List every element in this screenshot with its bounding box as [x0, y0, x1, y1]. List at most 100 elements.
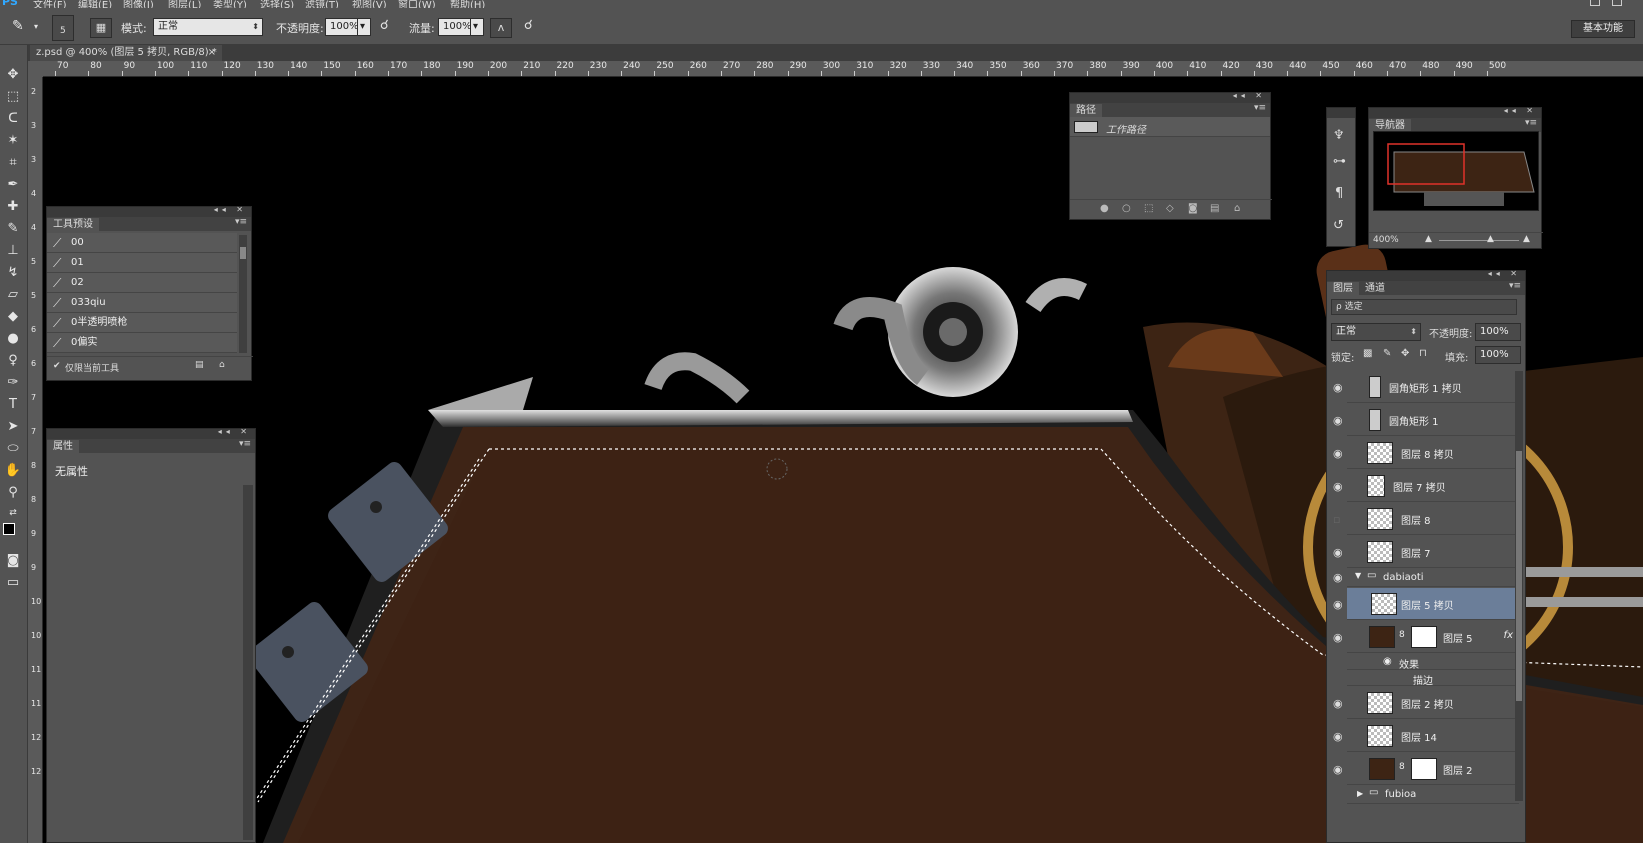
add-mask-icon[interactable]: ◙ [1188, 203, 1198, 214]
path-selection-tool-icon[interactable]: ➤ [2, 417, 24, 437]
layer-row[interactable]: ◉ 图层 7 拷贝 [1333, 470, 1519, 502]
new-path-icon[interactable]: ▤ [1210, 203, 1219, 214]
brush-presets-icon[interactable]: ♆ [1333, 128, 1345, 143]
new-preset-icon[interactable]: ▤ [195, 360, 204, 370]
airbrush-icon[interactable]: ᴧ [490, 18, 512, 38]
menu-filter[interactable]: 滤镜(T) [305, 0, 339, 8]
workspace-switcher[interactable]: 基本功能 [1571, 20, 1635, 38]
preset-item[interactable]: ⟋ 0半透明喷枪 [47, 313, 237, 333]
foreground-color-swatch[interactable] [3, 523, 15, 535]
collapse-close-icon[interactable]: ◂◂ ✕ [1504, 106, 1537, 115]
panel-header[interactable]: ◂◂ ✕ [1369, 106, 1541, 118]
preset-item[interactable]: ⟋ 033qiu [47, 293, 237, 313]
layer-row[interactable]: ◉ 8 图层 5 fx [1333, 621, 1519, 653]
menu-window[interactable]: 窗口(W) [398, 0, 436, 8]
make-work-path-icon[interactable]: ◇ [1166, 203, 1174, 214]
tab-layers[interactable]: 图层 [1327, 282, 1359, 295]
eye-icon[interactable]: ◉ [1333, 631, 1343, 644]
menu-layer[interactable]: 图层(L) [168, 0, 201, 8]
tab-paths[interactable]: 路径 [1070, 104, 1102, 117]
zoom-in-icon[interactable]: ▲ [1523, 234, 1530, 244]
path-item[interactable]: 工作路径 [1070, 117, 1270, 137]
layer-row[interactable]: ◉ 圆角矩形 1 拷贝 [1333, 371, 1519, 403]
panel-header[interactable]: ◂◂ ✕ [1327, 269, 1525, 281]
screen-mode-icon[interactable]: ▭ [2, 573, 24, 593]
zoom-out-icon[interactable]: ▲ [1425, 234, 1432, 244]
maximize-button[interactable] [1612, 0, 1622, 6]
layers-scrollbar[interactable] [1515, 371, 1523, 801]
lock-transparency-icon[interactable]: ▩ [1363, 348, 1372, 359]
layer-filter-input[interactable]: ρ 选定 [1331, 299, 1517, 315]
tab-properties[interactable]: 属性 [47, 440, 79, 453]
dodge-tool-icon[interactable]: ♀ [2, 351, 24, 371]
pressure-size-icon[interactable]: ☌ [524, 18, 533, 33]
clone-stamp-tool-icon[interactable]: ⊥ [2, 241, 24, 261]
brush-settings-icon[interactable]: ⊶ [1333, 154, 1346, 169]
menu-help[interactable]: 帮助(H) [450, 0, 485, 8]
brush-size-picker[interactable]: 5 [52, 15, 74, 41]
layer-group-row[interactable]: ▶ ▭ fubioa [1347, 786, 1519, 804]
vertical-ruler[interactable]: 2 3 3 4 4 5 5 6 6 7 7 8 8 9 9 10 10 11 11 12 12 [28, 77, 43, 843]
menu-edit[interactable]: 编辑(E) [78, 0, 112, 8]
lock-position-icon[interactable]: ✥ [1401, 348, 1409, 359]
eye-icon[interactable]: ◉ [1333, 598, 1343, 611]
ruler-origin[interactable] [28, 61, 43, 77]
layer-mask-thumbnail[interactable] [1411, 626, 1437, 648]
eye-icon[interactable]: ◉ [1383, 656, 1392, 667]
eraser-tool-icon[interactable]: ▱ [2, 285, 24, 305]
panel-menu-icon[interactable]: ▾≡ [1254, 103, 1266, 113]
fill-path-icon[interactable]: ● [1100, 203, 1109, 214]
brush-panel-toggle-icon[interactable]: ▦ [90, 18, 112, 38]
flow-dropdown-button[interactable]: ▾ [470, 18, 484, 36]
panel-menu-icon[interactable]: ▾≡ [1509, 281, 1521, 291]
menu-image[interactable]: 图像(I) [123, 0, 154, 8]
load-selection-icon[interactable]: ⬚ [1144, 203, 1153, 214]
menu-view[interactable]: 视图(V) [352, 0, 387, 8]
stroke-path-icon[interactable]: ○ [1122, 203, 1131, 214]
panel-header[interactable] [1327, 108, 1355, 118]
brush-tool-icon[interactable]: ✎ [2, 219, 24, 239]
layer-row[interactable]: ◉ 图层 2 拷贝 [1333, 687, 1519, 719]
crop-tool-icon[interactable]: ⌗ [2, 153, 24, 173]
paragraph-icon[interactable]: ¶ [1335, 186, 1343, 201]
paint-bucket-tool-icon[interactable]: ◆ [2, 307, 24, 327]
menu-select[interactable]: 选择(S) [260, 0, 294, 8]
eye-icon[interactable]: ◉ [1333, 447, 1343, 460]
mode-select[interactable]: 正常 ⬍ [153, 18, 263, 36]
visibility-off-icon[interactable]: ▫ [1333, 513, 1340, 526]
preset-scrollbar[interactable] [239, 235, 247, 353]
preset-item[interactable]: ⟋ 00 [47, 233, 237, 253]
menu-type[interactable]: 类型(Y) [213, 0, 247, 8]
panel-header[interactable]: ◂◂ ✕ [1070, 91, 1270, 103]
layer-row[interactable]: ◉ 图层 14 [1333, 720, 1519, 752]
collapse-close-icon[interactable]: ◂◂ ✕ [218, 427, 251, 436]
preset-item[interactable]: ⟋ 0偏实 [47, 333, 237, 353]
lock-all-icon[interactable]: ⊓ [1419, 348, 1427, 359]
trash-icon[interactable]: ⌂ [1234, 203, 1240, 214]
horizontal-ruler[interactable]: 70 80 90 100 110 120 130 140 150 160 170 180 190 200 2… [43, 61, 1643, 77]
chevron-down-icon[interactable]: ▼ [1355, 571, 1361, 580]
preset-item[interactable]: ⟋ 01 [47, 253, 237, 273]
collapse-close-icon[interactable]: ◂◂ ✕ [1233, 91, 1266, 100]
fill-input[interactable]: 100% [1475, 346, 1521, 364]
preset-item[interactable]: ⟋ 02 [47, 273, 237, 293]
eye-icon[interactable]: ◉ [1333, 414, 1343, 427]
chevron-right-icon[interactable]: ▶ [1357, 789, 1363, 798]
eye-icon[interactable]: ◉ [1333, 381, 1343, 394]
menu-file[interactable]: 文件(F) [33, 0, 67, 8]
properties-scrollbar[interactable] [243, 485, 253, 840]
current-tool-only-check[interactable]: ✔ [53, 361, 61, 371]
document-tab[interactable]: z.psd @ 400% (图层 5 拷贝, RGB/8) * × [30, 45, 222, 61]
opacity-dropdown-button[interactable]: ▾ [357, 18, 371, 36]
eye-icon[interactable]: ◉ [1333, 730, 1343, 743]
layer-opacity-input[interactable]: 100% [1475, 323, 1521, 341]
magic-wand-tool-icon[interactable]: ✶ [2, 131, 24, 151]
layer-row[interactable]: ◉ 圆角矩形 1 [1333, 404, 1519, 436]
close-icon[interactable]: × [208, 45, 216, 61]
lasso-tool-icon[interactable]: ᑕ [2, 109, 24, 129]
effect-stroke-row[interactable]: 描边 [1347, 670, 1519, 687]
panel-header[interactable]: ◂◂ ✕ [47, 427, 255, 439]
eye-icon[interactable]: ◉ [1333, 546, 1343, 559]
trash-icon[interactable]: ⌂ [219, 360, 225, 370]
hand-tool-icon[interactable]: ✋ [2, 461, 24, 481]
